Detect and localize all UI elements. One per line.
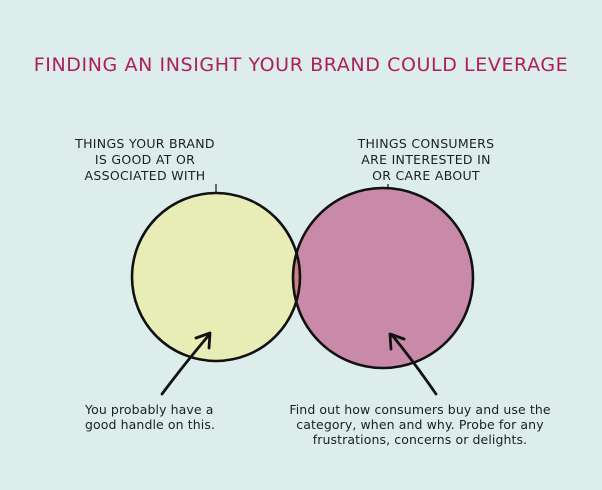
right-note-line-3: frustrations, concerns or delights. [312, 432, 528, 447]
right-note: Find out how consumers buy and use the c… [282, 402, 558, 447]
left-note-line-1: You probably have a [85, 402, 214, 417]
left-note-line-2: good handle on this. [85, 417, 216, 432]
right-note-line-1: Find out how consumers buy and use the [289, 402, 551, 417]
right-note-line-2: category, when and why. Probe for any [296, 417, 544, 432]
left-note: You probably have a good handle on this. [85, 402, 215, 432]
